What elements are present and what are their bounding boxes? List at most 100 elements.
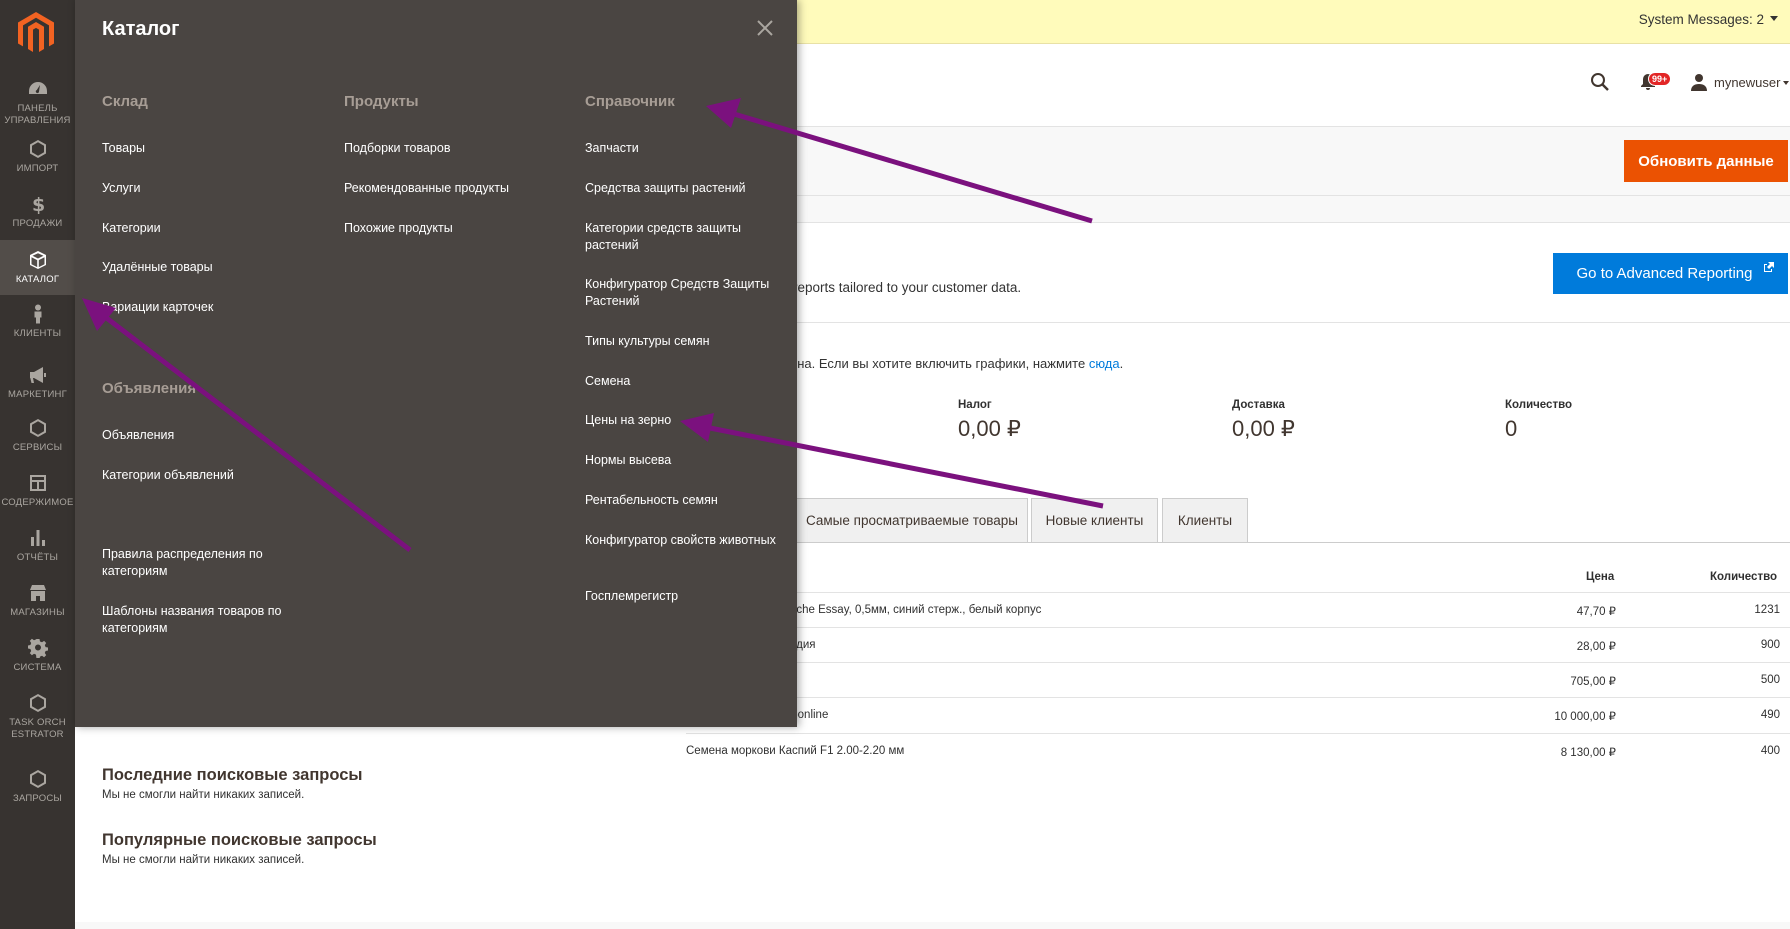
table-row-divider — [686, 733, 1790, 734]
advanced-reporting-description: reports tailored to your customer data. — [793, 280, 1022, 295]
gear-icon — [27, 637, 49, 659]
stat-shipping: Доставка 0,00 ₽ — [1232, 399, 1295, 442]
menu-heading-products: Продукты — [344, 93, 419, 110]
table-cell-product: ache Essay, 0,5мм, синий стерж., белый к… — [790, 604, 1042, 616]
sidebar-item-label: ЗАПРОСЫ — [13, 793, 62, 804]
menu-link-products[interactable]: Товары — [102, 140, 302, 157]
svg-text:$: $ — [32, 194, 45, 214]
menu-link-categories[interactable]: Категории — [102, 220, 302, 237]
stat-label: Количество — [1505, 399, 1573, 411]
sidebar-item-label: ОТЧЁТЫ — [16, 552, 59, 563]
menu-heading-ads: Объявления — [102, 380, 197, 397]
cube-icon — [27, 249, 49, 271]
sidebar-item-label: КАТАЛОГ — [15, 274, 60, 285]
sidebar-item-reports[interactable]: ОТЧЁТЫ — [0, 527, 75, 571]
sidebar-item-marketing[interactable]: МАРКЕТИНГ — [0, 364, 75, 408]
sidebar-item-label: ИМПОРТ — [16, 163, 59, 174]
tab-new-customers[interactable]: Новые клиенты — [1031, 498, 1158, 542]
table-header-quantity: Количество — [1710, 571, 1778, 583]
charts-disabled-notice: ена. Если вы хотите включить графики, на… — [790, 356, 1123, 371]
sidebar-item-label: СОДЕРЖИМОЕ — [1, 497, 74, 508]
stat-quantity: Количество 0 — [1505, 399, 1572, 442]
enable-charts-link[interactable]: сюда — [1089, 356, 1120, 371]
stat-value: 0,00 ₽ — [1232, 416, 1295, 441]
menu-link-grain-prices[interactable]: Цены на зерно — [585, 412, 785, 429]
bar-chart-icon — [27, 527, 49, 549]
sidebar-item-stores[interactable]: МАГАЗИНЫ — [0, 582, 75, 626]
stat-value: 0 — [1505, 416, 1518, 441]
stat-label: Налог — [958, 399, 992, 411]
sidebar-item-label: СИСТЕМА — [13, 662, 62, 673]
sidebar-item-requests[interactable]: ЗАПРОСЫ — [0, 768, 75, 812]
close-icon[interactable] — [755, 18, 775, 38]
menu-link-animal-properties-configurator[interactable]: Конфигуратор свойств животных — [585, 532, 785, 549]
table-cell-product: Семена моркови Каспий F1 2.00-2.20 мм — [686, 745, 905, 757]
menu-link-seed-profitability[interactable]: Рентабельность семян — [585, 492, 785, 509]
table-cell-price: 47,70 ₽ — [1576, 606, 1616, 618]
menu-link-state-breeding-register[interactable]: Госплемрегистр — [585, 588, 785, 605]
last-search-terms-title: Последние поисковые запросы — [102, 766, 363, 784]
sidebar-item-system[interactable]: СИСТЕМА — [0, 637, 75, 681]
sidebar-item-customers[interactable]: КЛИЕНТЫ — [0, 303, 75, 347]
sidebar-item-import[interactable]: ИМПОРТ — [0, 138, 75, 182]
hexagon-icon — [27, 417, 49, 439]
sidebar-item-label: КЛИЕНТЫ — [13, 328, 62, 339]
dashboard-icon — [27, 78, 49, 100]
last-search-terms-empty: Мы не смогли найти никаких записей. — [102, 789, 305, 801]
menu-link-plant-protection-categories[interactable]: Категории средств защиты растений — [585, 220, 785, 254]
table-cell-quantity: 490 — [1760, 709, 1780, 721]
tab-most-viewed-products[interactable]: Самые просматриваемые товары — [796, 498, 1028, 542]
menu-link-seeds[interactable]: Семена — [585, 373, 785, 390]
sidebar-item-dashboard[interactable]: ПАНЕЛЬ УПРАВЛЕНИЯ — [0, 78, 75, 128]
menu-link-product-collections[interactable]: Подборки товаров — [344, 140, 564, 157]
system-messages-link[interactable]: System Messages: 2 — [1639, 12, 1764, 27]
advanced-reporting-button[interactable]: Go to Advanced Reporting — [1553, 253, 1788, 294]
stat-value: 0,00 ₽ — [958, 416, 1021, 441]
table-cell-quantity: 900 — [1760, 639, 1780, 651]
sidebar-item-label: ПРОДАЖИ — [12, 218, 63, 229]
search-icon[interactable] — [1590, 72, 1610, 92]
chevron-down-icon[interactable] — [1770, 16, 1778, 21]
menu-link-similar-products[interactable]: Похожие продукты — [344, 220, 564, 237]
sidebar-item-sales[interactable]: $ ПРОДАЖИ — [0, 193, 75, 237]
menu-link-ad-categories[interactable]: Категории объявлений — [102, 467, 302, 484]
menu-link-seeding-rates[interactable]: Нормы высева — [585, 452, 785, 469]
sidebar-item-task-orchestrator[interactable]: TASK ORCHESTRATOR — [0, 692, 75, 752]
table-row-divider — [686, 627, 1790, 628]
menu-link-plant-protection-configurator[interactable]: Конфигуратор Средств Защиты Растений — [585, 276, 785, 310]
menu-link-services[interactable]: Услуги — [102, 180, 302, 197]
user-menu-name[interactable]: mynewuser — [1714, 75, 1780, 90]
menu-link-deleted-products[interactable]: Удалённые товары — [102, 259, 302, 276]
chevron-down-icon[interactable] — [1783, 81, 1789, 85]
charts-notice-suffix: . — [1119, 356, 1124, 371]
table-row-divider — [686, 697, 1790, 698]
menu-link-product-name-templates[interactable]: Шаблоны названия товаров по категориям — [102, 603, 302, 637]
menu-link-spare-parts[interactable]: Запчасти — [585, 140, 785, 157]
sidebar-item-services[interactable]: СЕРВИСЫ — [0, 417, 75, 461]
external-link-icon — [1764, 262, 1774, 272]
menu-link-ads[interactable]: Объявления — [102, 427, 302, 444]
sidebar-item-label: МАГАЗИНЫ — [10, 607, 65, 618]
magento-logo-icon[interactable] — [18, 12, 54, 54]
menu-link-seed-crop-types[interactable]: Типы культуры семян — [585, 333, 785, 350]
stat-label: Доставка — [1232, 399, 1285, 411]
sidebar-item-content[interactable]: СОДЕРЖИМОЕ — [0, 472, 75, 516]
storefront-icon — [27, 582, 49, 604]
menu-link-card-variations[interactable]: Вариации карточек — [102, 299, 302, 316]
menu-link-category-distribution-rules[interactable]: Правила распределения по категориям — [102, 546, 302, 580]
user-icon[interactable] — [1690, 73, 1708, 91]
person-icon — [27, 303, 49, 325]
catalog-flyout-menu: Каталог Склад Товары Услуги Категории Уд… — [75, 0, 797, 727]
stat-tax: Налог 0,00 ₽ — [958, 399, 1021, 442]
tab-customers[interactable]: Клиенты — [1162, 498, 1248, 542]
table-cell-price: 10 000,00 ₽ — [1554, 711, 1616, 723]
sidebar-item-catalog[interactable]: КАТАЛОГ — [0, 240, 75, 295]
popular-search-terms-title: Популярные поисковые запросы — [102, 831, 377, 849]
hexagon-icon — [27, 692, 49, 714]
sidebar-item-label: СЕРВИСЫ — [12, 442, 63, 453]
table-cell-quantity: 1231 — [1754, 604, 1780, 616]
table-cell-quantity: 400 — [1760, 745, 1780, 757]
refresh-statistics-button[interactable]: Обновить данные — [1624, 140, 1788, 182]
menu-link-plant-protection[interactable]: Средства защиты растений — [585, 180, 785, 197]
menu-link-recommended-products[interactable]: Рекомендованные продукты — [344, 180, 564, 197]
